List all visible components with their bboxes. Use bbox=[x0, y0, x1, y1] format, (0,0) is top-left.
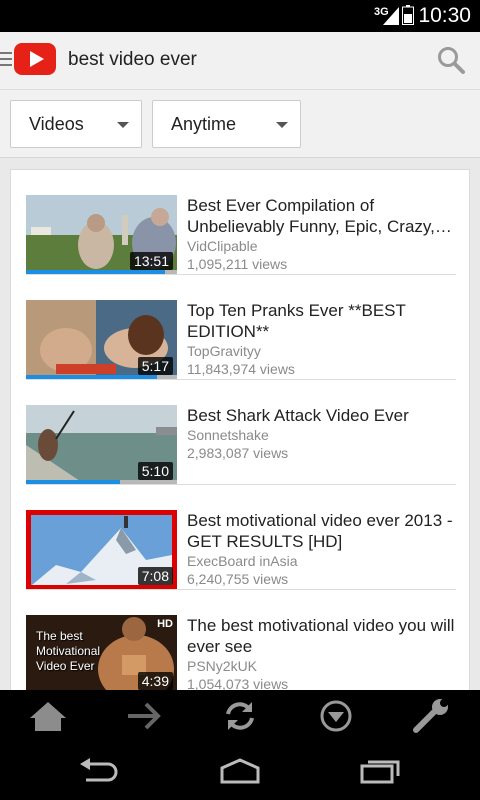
battery-icon bbox=[402, 5, 414, 25]
video-title[interactable]: Best Shark Attack Video Ever bbox=[187, 405, 457, 426]
view-count: 2,983,087 views bbox=[187, 445, 289, 461]
clock: 10:30 bbox=[418, 4, 471, 27]
refresh-icon[interactable] bbox=[218, 698, 262, 734]
forward-icon[interactable] bbox=[122, 698, 166, 734]
hd-badge: HD bbox=[157, 618, 173, 630]
video-duration: 4:39 bbox=[137, 672, 173, 690]
youtube-logo-icon[interactable] bbox=[14, 43, 56, 75]
time-filter-label: Anytime bbox=[171, 114, 237, 134]
video-thumbnail[interactable]: The best Motivational Video Ever HD 4:39 bbox=[26, 615, 177, 695]
back-icon[interactable] bbox=[78, 756, 122, 786]
video-duration: 7:08 bbox=[137, 567, 173, 585]
video-thumbnail[interactable]: 5:17 bbox=[26, 300, 177, 380]
thumbnail-caption: The best Motivational Video Ever bbox=[36, 629, 101, 673]
signal-icon bbox=[383, 7, 399, 25]
filter-bar: Videos Anytime bbox=[0, 90, 480, 158]
browser-toolbar bbox=[0, 690, 480, 742]
home-icon[interactable] bbox=[26, 698, 70, 734]
settings-wrench-icon[interactable] bbox=[410, 698, 454, 734]
video-duration: 13:51 bbox=[129, 252, 173, 270]
home-icon[interactable] bbox=[218, 756, 262, 786]
type-filter-label: Videos bbox=[29, 114, 84, 134]
results-list: 13:51 Best Ever Compilation of Unbelieva… bbox=[10, 169, 470, 709]
status-bar: 3G 10:30 bbox=[0, 0, 480, 32]
search-header: best video ever bbox=[0, 32, 480, 90]
video-thumbnail[interactable]: 7:08 bbox=[26, 510, 177, 590]
channel-name: Sonnetshake bbox=[187, 427, 269, 443]
channel-name: VidClipable bbox=[187, 238, 258, 254]
video-title[interactable]: Best motivational video ever 2013 - GET … bbox=[187, 510, 457, 552]
chevron-down-icon bbox=[117, 122, 129, 128]
recent-apps-icon[interactable] bbox=[358, 756, 402, 786]
list-item[interactable]: 5:17 Top Ten Pranks Ever **BEST EDITION*… bbox=[11, 275, 469, 380]
video-thumbnail[interactable]: 13:51 bbox=[26, 195, 177, 275]
time-filter-dropdown[interactable]: Anytime bbox=[152, 100, 301, 148]
download-icon[interactable] bbox=[314, 698, 358, 734]
list-item[interactable]: The best Motivational Video Ever HD 4:39… bbox=[11, 590, 469, 695]
type-filter-dropdown[interactable]: Videos bbox=[10, 100, 142, 148]
list-item[interactable]: 13:51 Best Ever Compilation of Unbelieva… bbox=[11, 170, 469, 275]
search-query[interactable]: best video ever bbox=[68, 49, 197, 71]
chevron-down-icon bbox=[276, 122, 288, 128]
video-thumbnail[interactable]: 5:10 bbox=[26, 405, 177, 485]
channel-name: TopGravityy bbox=[187, 343, 261, 359]
video-duration: 5:10 bbox=[137, 462, 173, 480]
list-item[interactable]: 5:10 Best Shark Attack Video Ever Sonnet… bbox=[11, 380, 469, 485]
video-title[interactable]: Best Ever Compilation of Unbelievably Fu… bbox=[187, 195, 457, 237]
view-count: 6,240,755 views bbox=[187, 571, 289, 587]
search-icon[interactable] bbox=[436, 45, 466, 75]
channel-name: PSNy2kUK bbox=[187, 658, 258, 674]
list-item[interactable]: 7:08 Best motivational video ever 2013 -… bbox=[11, 485, 469, 590]
view-count: 11,843,974 views bbox=[187, 361, 295, 377]
video-title[interactable]: Top Ten Pranks Ever **BEST EDITION** bbox=[187, 300, 457, 342]
video-duration: 5:17 bbox=[137, 357, 173, 375]
video-title[interactable]: The best motivational video you will eve… bbox=[187, 615, 457, 657]
view-count: 1,095,211 views bbox=[187, 256, 288, 272]
system-navigation-bar bbox=[0, 742, 480, 800]
channel-name: ExecBoard inAsia bbox=[187, 553, 298, 569]
menu-icon[interactable] bbox=[0, 52, 12, 68]
